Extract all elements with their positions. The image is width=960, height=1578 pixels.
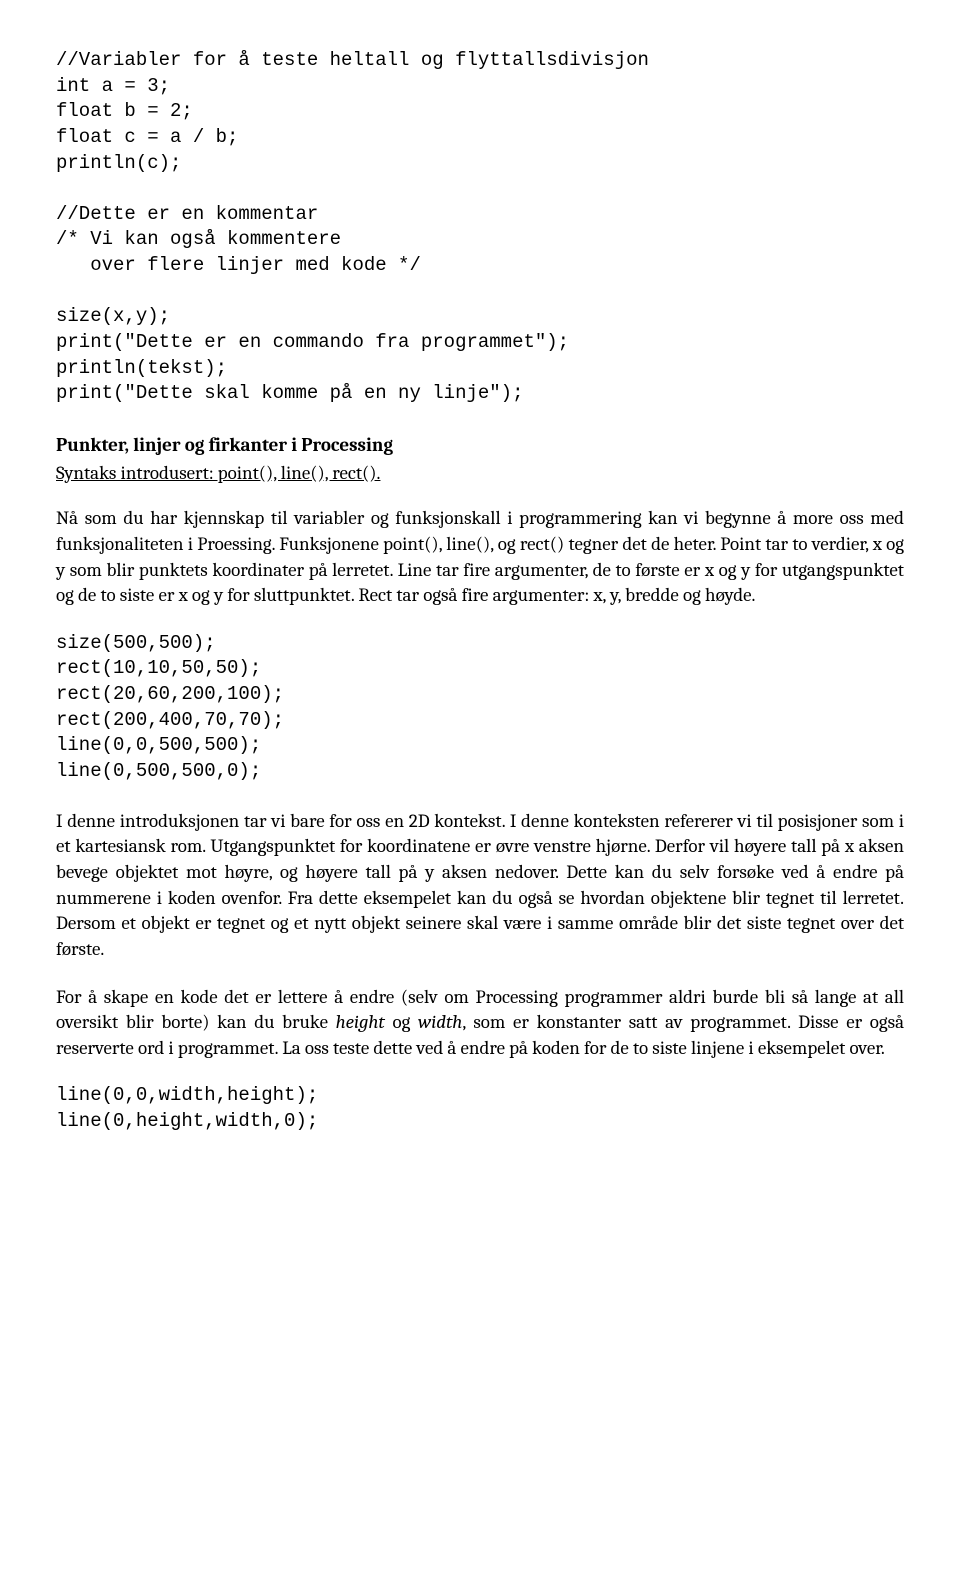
section-subheading: Syntaks introdusert: point(), line(), re… <box>56 461 904 487</box>
paragraph-2: I denne introduksjonen tar vi bare for o… <box>56 809 904 963</box>
para3-text-b: og <box>385 1011 418 1033</box>
paragraph-1: Nå som du har kjennskap til variabler og… <box>56 506 904 609</box>
code-block-2: size(500,500); rect(10,10,50,50); rect(2… <box>56 631 904 785</box>
code-block-1: //Variabler for å teste heltall og flytt… <box>56 48 904 407</box>
paragraph-3: For å skape en kode det er lettere å end… <box>56 985 904 1062</box>
para3-height-italic: height <box>336 1011 385 1033</box>
section-heading: Punkter, linjer og firkanter i Processin… <box>56 433 904 459</box>
para3-width-italic: width <box>418 1011 462 1033</box>
code-block-3: line(0,0,width,height); line(0,height,wi… <box>56 1083 904 1134</box>
